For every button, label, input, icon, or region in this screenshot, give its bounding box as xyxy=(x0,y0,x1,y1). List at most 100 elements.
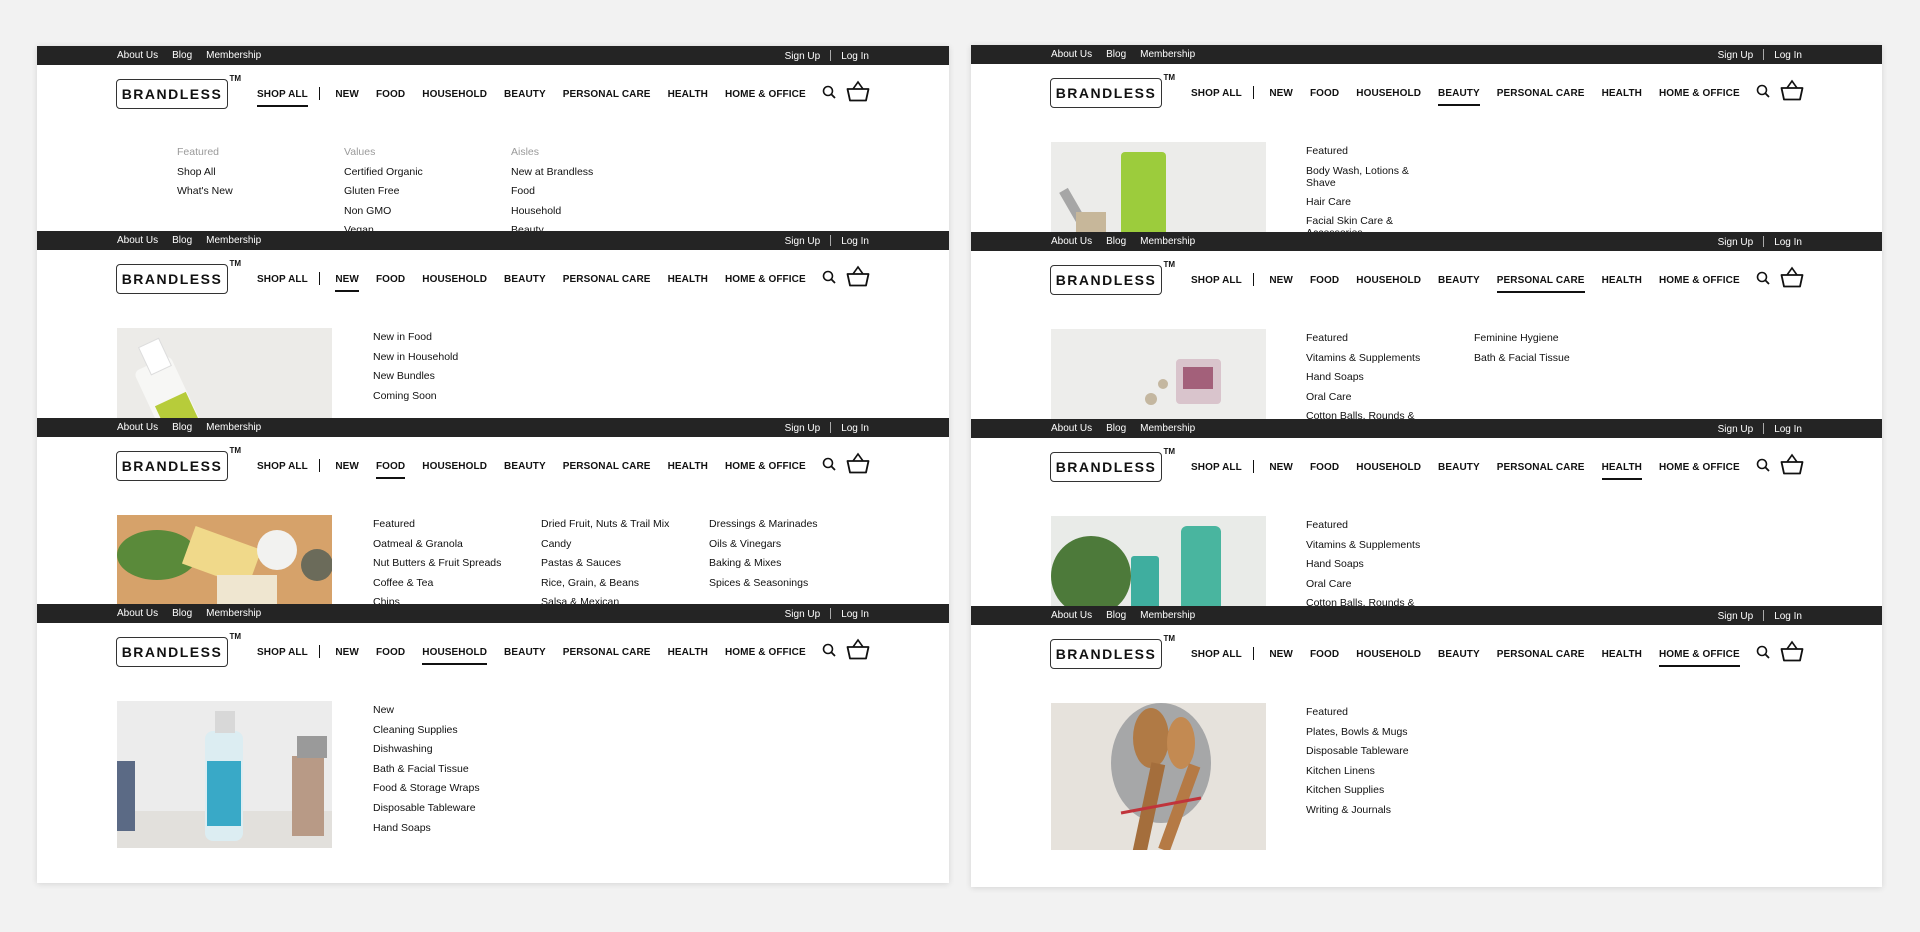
search-icon[interactable] xyxy=(822,457,836,471)
utility-link-about-us[interactable]: About Us xyxy=(117,50,158,61)
utility-link-blog[interactable]: Blog xyxy=(172,422,192,433)
nav-item-health[interactable]: HEALTH xyxy=(668,647,708,663)
menu-item[interactable]: Dried Fruit, Nuts & Trail Mix xyxy=(541,515,669,535)
basket-icon[interactable] xyxy=(846,265,870,287)
nav-item-household[interactable]: HOUSEHOLD xyxy=(1356,88,1421,104)
menu-item[interactable]: Bath & Facial Tissue xyxy=(1474,349,1570,369)
nav-item-shop-all[interactable]: SHOP ALL xyxy=(257,89,308,107)
menu-item[interactable]: New in Household xyxy=(373,348,458,368)
nav-item-new[interactable]: NEW xyxy=(335,89,359,105)
basket-icon[interactable] xyxy=(846,638,870,660)
menu-item[interactable]: New at Brandless xyxy=(511,163,593,183)
nav-item-beauty[interactable]: BEAUTY xyxy=(504,89,546,105)
nav-item-personal-care[interactable]: PERSONAL CARE xyxy=(563,647,651,663)
menu-item[interactable]: Vitamins & Supplements xyxy=(1306,349,1420,369)
nav-item-health[interactable]: HEALTH xyxy=(1602,649,1642,665)
nav-item-personal-care[interactable]: PERSONAL CARE xyxy=(563,274,651,290)
nav-item-health[interactable]: HEALTH xyxy=(668,274,708,290)
nav-item-shop-all[interactable]: SHOP ALL xyxy=(1191,275,1242,291)
brand-logo[interactable]: BRANDLESS TM xyxy=(116,74,241,109)
menu-item[interactable]: Vitamins & Supplements xyxy=(1306,536,1420,556)
basket-icon[interactable] xyxy=(1780,453,1804,475)
nav-item-personal-care[interactable]: PERSONAL CARE xyxy=(1497,462,1585,478)
menu-item[interactable]: Body Wash, Lotions & Shave xyxy=(1306,165,1416,189)
nav-item-home-office[interactable]: HOME & OFFICE xyxy=(1659,275,1740,291)
nav-item-food[interactable]: FOOD xyxy=(1310,275,1339,291)
brand-logo[interactable]: BRANDLESS TM xyxy=(1050,634,1175,669)
menu-item[interactable]: Hand Soaps xyxy=(1306,368,1420,388)
nav-item-home-office[interactable]: HOME & OFFICE xyxy=(725,461,806,477)
search-icon[interactable] xyxy=(822,643,836,657)
nav-item-home-office[interactable]: HOME & OFFICE xyxy=(725,89,806,105)
nav-item-new[interactable]: NEW xyxy=(335,461,359,477)
menu-item[interactable]: Baking & Mixes xyxy=(709,554,818,574)
menu-item[interactable]: Feminine Hygiene xyxy=(1474,329,1570,349)
nav-item-household[interactable]: HOUSEHOLD xyxy=(1356,275,1421,291)
nav-item-new[interactable]: NEW xyxy=(1269,462,1293,478)
menu-item[interactable]: Dishwashing xyxy=(373,740,480,760)
menu-item[interactable]: Featured xyxy=(1306,516,1420,536)
search-icon[interactable] xyxy=(1756,458,1770,472)
menu-item[interactable]: What's New xyxy=(177,182,233,202)
nav-item-beauty[interactable]: BEAUTY xyxy=(1438,649,1480,665)
menu-item[interactable]: New xyxy=(373,701,480,721)
menu-item[interactable]: Candy xyxy=(541,535,669,555)
log-in-link[interactable]: Log In xyxy=(841,236,869,247)
nav-item-personal-care[interactable]: PERSONAL CARE xyxy=(563,89,651,105)
utility-link-blog[interactable]: Blog xyxy=(172,235,192,246)
nav-item-household[interactable]: HOUSEHOLD xyxy=(422,89,487,105)
menu-item[interactable]: Nut Butters & Fruit Spreads xyxy=(373,554,501,574)
sign-up-link[interactable]: Sign Up xyxy=(785,609,821,620)
menu-item[interactable]: Hair Care xyxy=(1306,193,1416,213)
utility-link-blog[interactable]: Blog xyxy=(172,50,192,61)
menu-item[interactable]: Food xyxy=(511,182,593,202)
nav-item-home-office[interactable]: HOME & OFFICE xyxy=(1659,462,1740,478)
brand-logo[interactable]: BRANDLESS TM xyxy=(1050,260,1175,295)
nav-item-personal-care[interactable]: PERSONAL CARE xyxy=(1497,88,1585,104)
menu-item[interactable]: Oral Care xyxy=(1306,388,1420,408)
sign-up-link[interactable]: Sign Up xyxy=(1718,424,1754,435)
nav-item-food[interactable]: FOOD xyxy=(376,647,405,663)
log-in-link[interactable]: Log In xyxy=(1774,611,1802,622)
nav-item-new[interactable]: NEW xyxy=(335,274,359,292)
menu-item[interactable]: Cleaning Supplies xyxy=(373,721,480,741)
nav-item-household[interactable]: HOUSEHOLD xyxy=(422,647,488,665)
nav-item-home-office[interactable]: HOME & OFFICE xyxy=(725,647,806,663)
nav-item-home-office[interactable]: HOME & OFFICE xyxy=(1658,649,1740,667)
search-icon[interactable] xyxy=(822,85,836,99)
nav-item-beauty[interactable]: BEAUTY xyxy=(1438,88,1480,106)
utility-link-membership[interactable]: Membership xyxy=(1140,236,1195,247)
menu-item[interactable]: Disposable Tableware xyxy=(1306,742,1409,762)
nav-item-household[interactable]: HOUSEHOLD xyxy=(1356,649,1421,665)
menu-item[interactable]: Hand Soaps xyxy=(373,819,480,839)
nav-item-food[interactable]: FOOD xyxy=(1310,649,1339,665)
nav-item-household[interactable]: HOUSEHOLD xyxy=(422,461,487,477)
nav-item-personal-care[interactable]: PERSONAL CARE xyxy=(1496,275,1585,293)
search-icon[interactable] xyxy=(822,270,836,284)
menu-item[interactable]: Household xyxy=(511,202,593,222)
log-in-link[interactable]: Log In xyxy=(1774,50,1802,61)
sign-up-link[interactable]: Sign Up xyxy=(785,236,821,247)
utility-link-blog[interactable]: Blog xyxy=(1106,423,1126,434)
menu-item[interactable]: Featured xyxy=(1306,703,1409,723)
nav-item-beauty[interactable]: BEAUTY xyxy=(504,647,546,663)
log-in-link[interactable]: Log In xyxy=(841,51,869,62)
nav-item-shop-all[interactable]: SHOP ALL xyxy=(1191,649,1242,665)
menu-item[interactable]: Featured xyxy=(1306,329,1420,349)
utility-link-about-us[interactable]: About Us xyxy=(1051,49,1092,60)
nav-item-home-office[interactable]: HOME & OFFICE xyxy=(725,274,806,290)
nav-item-health[interactable]: HEALTH xyxy=(1601,462,1642,480)
utility-link-membership[interactable]: Membership xyxy=(206,50,261,61)
utility-link-membership[interactable]: Membership xyxy=(206,235,261,246)
menu-item[interactable]: Bath & Facial Tissue xyxy=(373,760,480,780)
brand-logo[interactable]: BRANDLESS TM xyxy=(116,259,241,294)
utility-link-blog[interactable]: Blog xyxy=(1106,49,1126,60)
menu-item[interactable]: Hand Soaps xyxy=(1306,555,1420,575)
nav-item-beauty[interactable]: BEAUTY xyxy=(504,461,546,477)
menu-item[interactable]: Featured xyxy=(1306,142,1416,162)
menu-item[interactable]: Food & Storage Wraps xyxy=(373,779,480,799)
menu-item[interactable]: Dressings & Marinades xyxy=(709,515,818,535)
sign-up-link[interactable]: Sign Up xyxy=(1718,50,1754,61)
nav-item-beauty[interactable]: BEAUTY xyxy=(1438,462,1480,478)
menu-item[interactable]: Coming Soon xyxy=(373,387,458,407)
